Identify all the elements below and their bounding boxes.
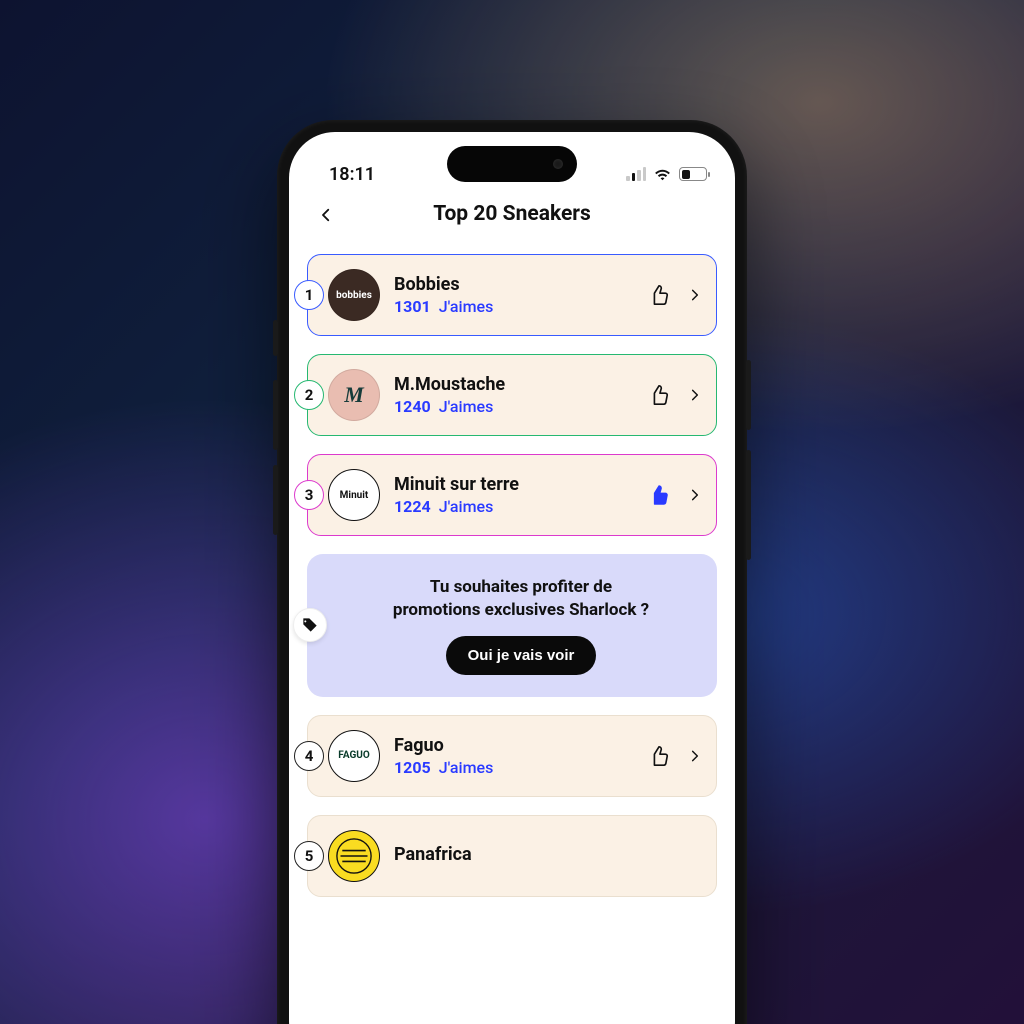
ranking-card[interactable]: 5 Panafrica — [307, 815, 717, 897]
cellular-icon — [626, 167, 646, 181]
status-icons — [626, 167, 707, 181]
rank-badge: 4 — [294, 741, 324, 771]
likes-count: 1205 — [394, 758, 431, 777]
dynamic-island — [447, 146, 577, 182]
like-button[interactable] — [648, 745, 670, 767]
rank-badge: 2 — [294, 380, 324, 410]
brand-name: Bobbies — [394, 274, 634, 295]
likes-count: 1301 — [394, 297, 431, 316]
brand-name: Faguo — [394, 735, 634, 756]
promo-text: Tu souhaites profiter de promotions excl… — [393, 576, 649, 622]
rank-badge: 1 — [294, 280, 324, 310]
ranking-card[interactable]: 1 bobbies Bobbies 1301 J'aimes — [307, 254, 717, 336]
chevron-right-icon[interactable] — [688, 749, 702, 763]
brand-logo — [328, 830, 380, 882]
like-button[interactable] — [648, 284, 670, 306]
likes-count: 1240 — [394, 397, 431, 416]
likes-label: J'aimes — [439, 497, 494, 516]
screen: 18:11 Top 20 Sneakers 1 bobbies Bobbie — [289, 132, 735, 1024]
ranking-card[interactable]: 4 FAGUO Faguo 1205 J'aimes — [307, 715, 717, 797]
likes-label: J'aimes — [439, 297, 494, 316]
back-button[interactable] — [311, 200, 341, 230]
likes-label: J'aimes — [439, 397, 494, 416]
brand-name: Minuit sur terre — [394, 474, 634, 495]
chevron-right-icon[interactable] — [688, 388, 702, 402]
brand-logo: M — [328, 369, 380, 421]
promo-cta-button[interactable]: Oui je vais voir — [446, 636, 597, 675]
likes-label: J'aimes — [439, 758, 494, 777]
chevron-right-icon[interactable] — [688, 488, 702, 502]
brand-name: M.Moustache — [394, 374, 634, 395]
rank-badge: 3 — [294, 480, 324, 510]
brand-name: Panafrica — [394, 844, 702, 865]
promo-banner: Tu souhaites profiter de promotions excl… — [307, 554, 717, 697]
wifi-icon — [653, 167, 672, 181]
page-title: Top 20 Sneakers — [433, 202, 591, 226]
tag-icon — [293, 608, 327, 642]
brand-logo: bobbies — [328, 269, 380, 321]
brand-logo: FAGUO — [328, 730, 380, 782]
status-time: 18:11 — [329, 164, 375, 185]
battery-icon — [679, 167, 707, 181]
brand-logo: Minuit — [328, 469, 380, 521]
chevron-right-icon[interactable] — [688, 288, 702, 302]
rank-badge: 5 — [294, 841, 324, 871]
content-scroll[interactable]: 1 bobbies Bobbies 1301 J'aimes — [289, 240, 735, 1024]
likes-count: 1224 — [394, 497, 431, 516]
like-button[interactable] — [648, 384, 670, 406]
app-header: Top 20 Sneakers — [289, 196, 735, 240]
like-button[interactable] — [648, 484, 670, 506]
ranking-card[interactable]: 3 Minuit Minuit sur terre 1224 J'aimes — [307, 454, 717, 536]
ranking-card[interactable]: 2 M M.Moustache 1240 J'aimes — [307, 354, 717, 436]
phone-frame: 18:11 Top 20 Sneakers 1 bobbies Bobbie — [277, 120, 747, 1024]
